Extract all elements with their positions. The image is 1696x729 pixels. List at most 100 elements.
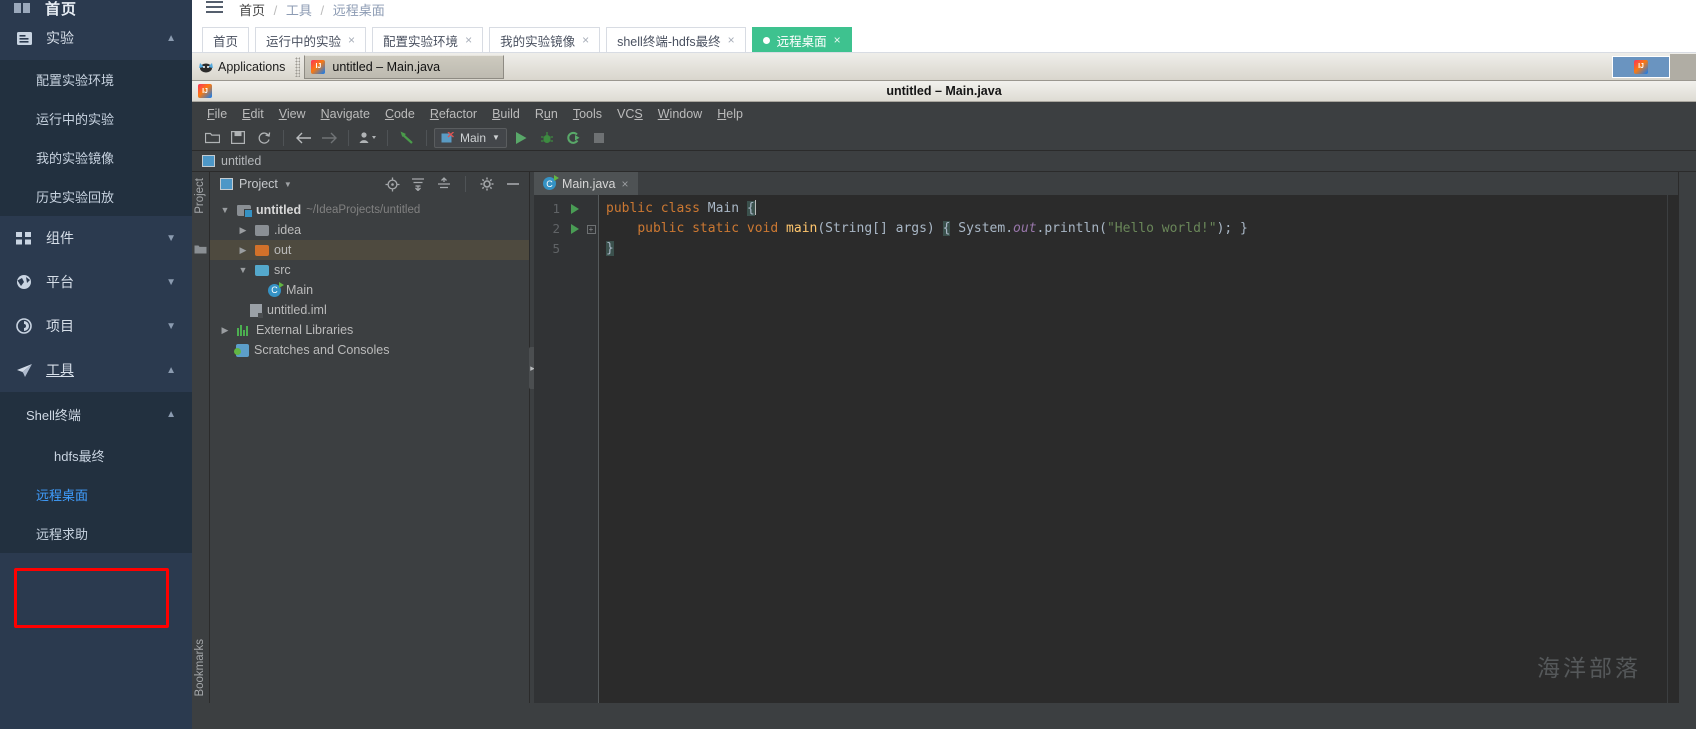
workspace-switcher-button[interactable] [1612, 55, 1670, 78]
tree-row-out[interactable]: ▶ out [210, 240, 529, 260]
menu-help[interactable]: Help [710, 105, 750, 123]
locate-icon[interactable] [382, 174, 402, 194]
sidebar-group-experiment[interactable]: 实验 ▲ [0, 16, 192, 60]
tab-home[interactable]: 首页 [202, 27, 250, 52]
collapse-all-icon[interactable] [434, 174, 454, 194]
menu-tools[interactable]: Tools [566, 105, 609, 123]
sidebar-item-history-replay[interactable]: 历史实验回放 [0, 177, 192, 216]
tree-row-idea[interactable]: ▶ .idea [210, 220, 529, 240]
run-icon[interactable] [571, 204, 579, 214]
tab-config-environment[interactable]: 配置实验环境 × [372, 27, 484, 52]
project-panel-title[interactable]: Project [239, 177, 278, 191]
sidebar-item-running-exp[interactable]: 运行中的实验 [0, 99, 192, 138]
close-icon[interactable]: × [465, 33, 472, 47]
chevron-right-icon[interactable]: ▶ [236, 225, 250, 236]
debug-icon[interactable] [535, 127, 559, 149]
sidebar-group-project[interactable]: 项目 ▼ [0, 304, 192, 348]
navbar-project-label[interactable]: untitled [221, 154, 261, 168]
menu-collapse-icon[interactable] [206, 1, 223, 16]
user-dropdown-icon[interactable] [356, 127, 380, 149]
menu-build[interactable]: Build [485, 105, 527, 123]
sidebar-item-remote-desktop[interactable]: 远程桌面 [0, 475, 192, 514]
arrow-right-icon[interactable] [317, 127, 341, 149]
close-icon[interactable]: × [728, 33, 735, 47]
close-icon[interactable]: × [582, 33, 589, 47]
breadcrumb-item-tools[interactable]: 工具 [286, 3, 312, 17]
stripe-button-project[interactable]: Project [194, 178, 206, 214]
tree-row-untitled[interactable]: ▼ untitled ~/IdeaProjects/untitled [210, 200, 529, 220]
tree-row-scratches[interactable]: Scratches and Consoles [210, 340, 529, 360]
run-icon[interactable] [571, 224, 579, 234]
run-coverage-icon[interactable] [561, 127, 585, 149]
remote-desktop-canvas[interactable]: Applications untitled – Main.java untitl… [192, 53, 1696, 729]
sidebar-item-home[interactable]: 首页 [0, 0, 192, 16]
menu-vcs[interactable]: VCS [610, 105, 650, 123]
tab-shell-hdfs[interactable]: shell终端-hdfs最终 × [606, 27, 746, 52]
tab-running-experiments[interactable]: 运行中的实验 × [255, 27, 367, 52]
menu-view[interactable]: View [272, 105, 313, 123]
tree-row-external-libraries[interactable]: ▶ External Libraries [210, 320, 529, 340]
breadcrumb-item-remote-desktop[interactable]: 远程桌面 [333, 3, 385, 17]
sidebar-item-my-images[interactable]: 我的实验镜像 [0, 138, 192, 177]
gutter-line: 5 [534, 239, 584, 259]
run-configuration-selector[interactable]: Main ▼ [434, 127, 507, 148]
sidebar-item-hdfs[interactable]: hdfs最终 [0, 436, 192, 475]
fold-expand-button[interactable]: + [584, 219, 598, 239]
sidebar-group-tools[interactable]: 工具 ▲ [0, 348, 192, 392]
breadcrumb-item-home[interactable]: 首页 [239, 3, 265, 17]
run-icon[interactable] [509, 127, 533, 149]
tree-row-iml[interactable]: untitled.iml [210, 300, 529, 320]
tab-label: shell终端-hdfs最终 [617, 34, 721, 49]
menu-edit[interactable]: Edit [235, 105, 271, 123]
tab-remote-desktop[interactable]: 远程桌面 × [751, 27, 852, 52]
code-editor[interactable]: 1 2 5 + public class Main {public stati… [534, 195, 1678, 703]
code-line-1: public class Main { [606, 200, 756, 216]
stripe-button-bookmarks[interactable]: Bookmarks [194, 639, 206, 697]
sidebar-group-label: 项目 [46, 318, 74, 334]
hide-icon[interactable] [503, 174, 523, 194]
chevron-down-icon[interactable]: ▼ [284, 180, 292, 189]
chevron-up-icon: ▲ [166, 364, 176, 376]
chevron-down-icon[interactable]: ▼ [236, 265, 250, 275]
close-icon[interactable]: × [622, 177, 629, 191]
editor-left-border [598, 195, 599, 703]
code-folding-column[interactable]: + [584, 195, 598, 703]
save-icon[interactable] [226, 127, 250, 149]
update-project-icon[interactable] [395, 127, 419, 149]
chevron-right-icon[interactable]: ▶ [218, 325, 232, 336]
tab-my-images[interactable]: 我的实验镜像 × [489, 27, 601, 52]
menu-navigate[interactable]: Navigate [314, 105, 377, 123]
open-folder-icon[interactable] [200, 127, 224, 149]
window-titlebar: untitled – Main.java [192, 81, 1696, 102]
sidebar-item-shell-terminal[interactable]: Shell终端 ▲ [0, 392, 192, 436]
chevron-right-icon[interactable]: ▶ [236, 245, 250, 256]
sidebar-group-components[interactable]: 组件 ▼ [0, 216, 192, 260]
sidebar-group-label: 组件 [46, 230, 74, 246]
panel-grip-handle[interactable] [295, 56, 301, 77]
sidebar-item-remote-help[interactable]: 远程求助 [0, 514, 192, 553]
chevron-down-icon[interactable]: ▼ [218, 205, 232, 215]
sidebar-group-platform[interactable]: 平台 ▼ [0, 260, 192, 304]
editor-gutter[interactable]: 1 2 5 [534, 195, 584, 703]
sidebar-item-config-env[interactable]: 配置实验环境 [0, 60, 192, 99]
menu-code[interactable]: Code [378, 105, 422, 123]
project-tool-window: Project ▼ ▼ untitled ~/IdeaProjects/unti… [210, 172, 530, 703]
menu-window[interactable]: Window [651, 105, 709, 123]
close-icon[interactable]: × [834, 33, 841, 47]
menu-refactor[interactable]: Refactor [423, 105, 484, 123]
taskbar-window-button[interactable]: untitled – Main.java [304, 54, 505, 79]
tree-row-main[interactable]: C Main [210, 280, 529, 300]
tree-row-src[interactable]: ▼ src [210, 260, 529, 280]
code-text[interactable]: public class Main { public static void m… [598, 195, 1667, 703]
editor-tab-main-java[interactable]: C Main.java × [534, 172, 638, 195]
arrow-left-icon[interactable] [291, 127, 315, 149]
close-icon[interactable]: × [348, 33, 355, 47]
settings-gear-icon[interactable] [477, 174, 497, 194]
editor-marker-bar[interactable] [1667, 195, 1678, 703]
applications-menu-button[interactable]: Applications [192, 54, 291, 80]
folder-icon[interactable] [194, 244, 207, 255]
menu-file[interactable]: File [200, 105, 234, 123]
menu-run[interactable]: Run [528, 105, 565, 123]
refresh-icon[interactable] [252, 127, 276, 149]
expand-all-icon[interactable] [408, 174, 428, 194]
